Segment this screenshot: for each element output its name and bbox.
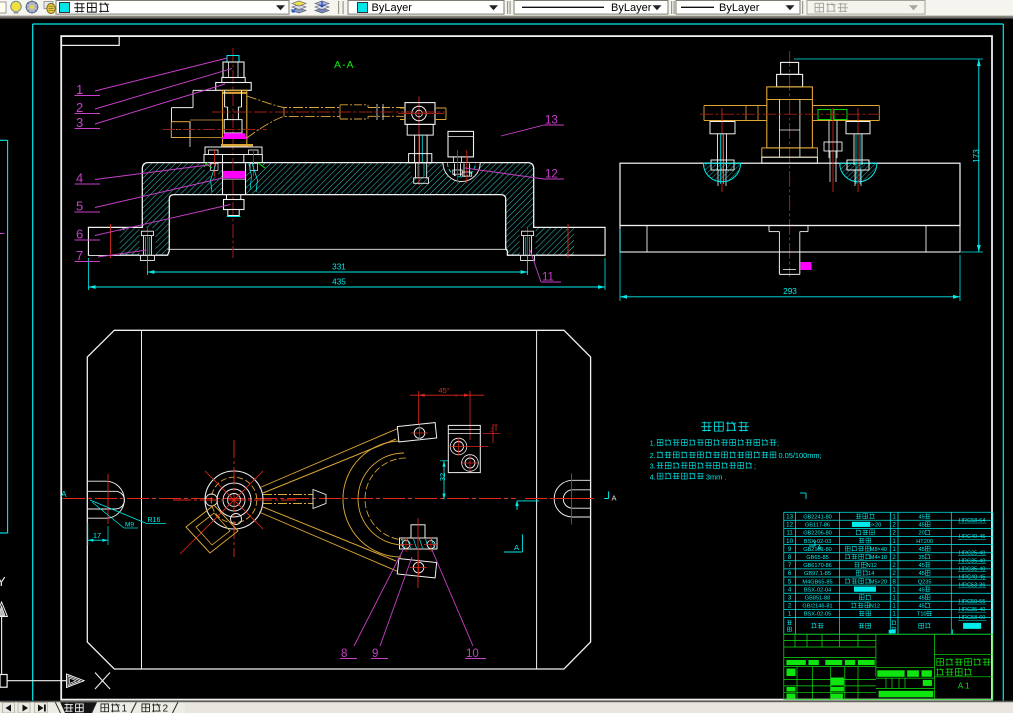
svg-text:1: 1 [892,538,896,545]
svg-text:2: 2 [76,100,83,115]
svg-text:A-A: A-A [334,59,355,71]
svg-text:1: 1 [892,546,896,553]
svg-text:A: A [514,543,519,552]
svg-text:32: 32 [438,473,447,481]
svg-text:2: 2 [892,570,896,577]
svg-text:;: ; [754,462,756,471]
svg-text:BSX-02-03: BSX-02-03 [804,539,831,545]
svg-text:1.: 1. [650,439,656,448]
svg-text:2: 2 [788,603,792,610]
svg-text:1: 1 [788,611,792,618]
svg-text:GB2161-80: GB2161-80 [803,547,832,553]
svg-text:6: 6 [788,570,792,577]
svg-text:HT200: HT200 [916,539,933,545]
svg-text:1: 1 [892,594,896,601]
svg-text:M4×18: M4×18 [870,555,887,561]
svg-text:45: 45 [918,604,924,610]
svg-text:331: 331 [332,263,346,272]
svg-text:35: 35 [918,555,924,561]
svg-text:ByLayer: ByLayer [372,2,413,14]
svg-text:17: 17 [93,531,101,540]
svg-text:12: 12 [786,522,793,529]
svg-text:173: 173 [972,149,981,163]
svg-text:M9: M9 [125,522,134,529]
svg-text:3: 3 [788,594,792,601]
svg-text:7: 7 [76,248,83,263]
svg-text:T10: T10 [917,612,927,618]
svg-text:6×20: 6×20 [869,523,882,529]
svg-text:GB117-86: GB117-86 [805,523,830,529]
svg-text:2.: 2. [650,451,656,460]
svg-text:3.: 3. [650,462,656,471]
svg-text:GB/2146-81: GB/2146-81 [802,604,832,610]
svg-text:11: 11 [786,530,793,537]
svg-text:45: 45 [918,514,924,520]
svg-text:A 1: A 1 [958,682,970,691]
svg-text:3: 3 [490,427,494,434]
svg-text:2: 2 [163,704,169,713]
svg-text:N12: N12 [867,563,877,569]
svg-text:2: 2 [892,554,896,561]
svg-text:7: 7 [788,562,792,569]
svg-text:GB97.1-85: GB97.1-85 [804,571,831,577]
svg-text:2: 2 [892,562,896,569]
svg-text:A: A [61,489,67,499]
svg-text:5: 5 [788,578,792,585]
svg-text:45: 45 [918,587,924,593]
svg-text:45: 45 [918,571,924,577]
svg-text:45°: 45° [438,386,449,395]
svg-text:6: 6 [76,227,83,242]
svg-text:14: 14 [868,571,874,577]
svg-text:13: 13 [786,513,793,520]
svg-text:1: 1 [76,82,83,97]
svg-text:M4GB65-85: M4GB65-85 [802,579,832,585]
svg-text:8: 8 [892,578,896,585]
svg-text:5: 5 [76,199,83,214]
svg-text:M5×20: M5×20 [870,579,887,585]
svg-text:GB2241-80: GB2241-80 [803,514,832,520]
svg-text:ByLayer: ByLayer [611,2,652,14]
svg-text:1: 1 [892,603,896,610]
svg-text:45: 45 [918,563,924,569]
svg-text:8: 8 [788,554,792,561]
svg-text:1: 1 [892,611,896,618]
svg-text:1: 1 [122,704,128,713]
svg-text:ByLayer: ByLayer [719,2,760,14]
svg-text:N12: N12 [870,604,880,610]
svg-text:45: 45 [918,547,924,553]
svg-text:A: A [612,494,617,503]
svg-text:3mm .: 3mm . [706,472,727,481]
svg-text:3: 3 [76,115,83,130]
svg-text:GB6170-86: GB6170-86 [803,563,832,569]
svg-text:10: 10 [786,538,793,545]
svg-text:45: 45 [918,523,924,529]
svg-text:293: 293 [783,287,797,296]
svg-text:Q235: Q235 [918,579,932,585]
svg-text:GB851-88: GB851-88 [805,595,831,601]
svg-text:4.: 4. [650,472,656,481]
svg-text:BSX-02-04: BSX-02-04 [804,587,831,593]
svg-text:2: 2 [892,530,896,537]
svg-text:4: 4 [788,586,792,593]
svg-text:2: 2 [892,522,896,529]
svg-text:R16: R16 [148,517,161,524]
svg-text:GB2206-80: GB2206-80 [803,531,832,537]
svg-text:1: 1 [892,586,896,593]
svg-text:GB65-85: GB65-85 [806,555,828,561]
svg-text:;: ; [777,439,779,448]
svg-text:9: 9 [788,546,792,553]
svg-text:45: 45 [918,595,924,601]
svg-text:4: 4 [76,171,83,186]
svg-text:Y: Y [0,574,6,589]
svg-text:BSX-02-05: BSX-02-05 [804,612,831,618]
svg-text:M8×40: M8×40 [870,547,887,553]
svg-text:435: 435 [332,278,346,287]
svg-text:0.05/100mm;: 0.05/100mm; [778,451,821,460]
svg-text:20: 20 [918,531,924,537]
svg-text:1: 1 [892,513,896,520]
